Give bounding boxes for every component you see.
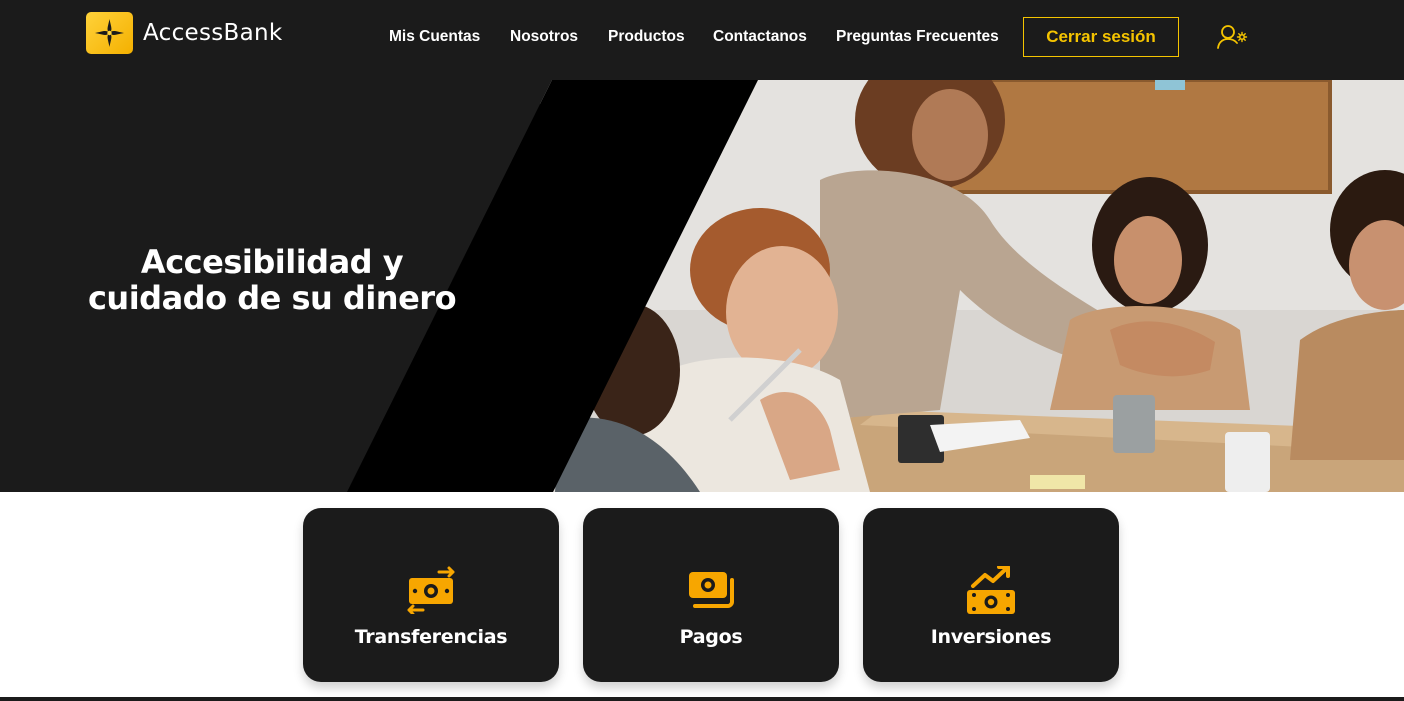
access-bank-logo-icon (86, 12, 133, 54)
service-label-inversiones: Inversiones (930, 626, 1052, 648)
nav-item-contactanos[interactable]: Contactanos (713, 28, 807, 46)
service-card-pagos[interactable]: Pagos (583, 508, 839, 682)
nav-item-nosotros[interactable]: Nosotros (510, 28, 578, 46)
user-settings-icon[interactable] (1216, 23, 1250, 51)
service-label-pagos: Pagos (679, 626, 743, 648)
hero-banner: Accesibilidad y cuidado de su dinero (0, 80, 1404, 492)
service-card-inversiones[interactable]: Inversiones (863, 508, 1119, 682)
nav-item-preguntas-frecuentes[interactable]: Preguntas Frecuentes (836, 28, 999, 46)
service-label-transferencias: Transferencias (354, 626, 508, 648)
nav-item-mis-cuentas[interactable]: Mis Cuentas (389, 28, 480, 46)
brand-name: AccessBank (143, 20, 283, 46)
top-navbar: AccessBank Mis Cuentas Nosotros Producto… (0, 0, 1404, 80)
service-card-transferencias[interactable]: Transferencias (303, 508, 559, 682)
investment-growth-icon (965, 565, 1017, 614)
nav-item-productos[interactable]: Productos (608, 28, 685, 46)
footer-edge (0, 697, 1404, 701)
logout-button[interactable]: Cerrar sesión (1023, 17, 1179, 57)
hero-title: Accesibilidad y cuidado de su dinero (87, 243, 457, 317)
money-transfer-icon (405, 566, 457, 616)
brand-logo[interactable]: AccessBank (86, 12, 283, 54)
payment-cash-icon (685, 566, 737, 614)
